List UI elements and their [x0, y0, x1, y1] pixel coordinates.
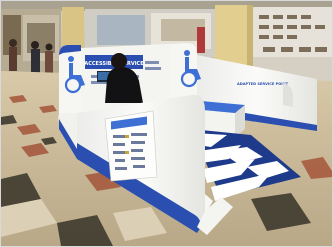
- side-label: ADAPTED SERVICE POINT: [237, 82, 289, 86]
- photo-scene: ACCESSIBLE SERVICE ADAPTED SERVICE POINT: [1, 1, 332, 246]
- photo: ACCESSIBLE SERVICE ADAPTED SERVICE POINT: [0, 0, 333, 247]
